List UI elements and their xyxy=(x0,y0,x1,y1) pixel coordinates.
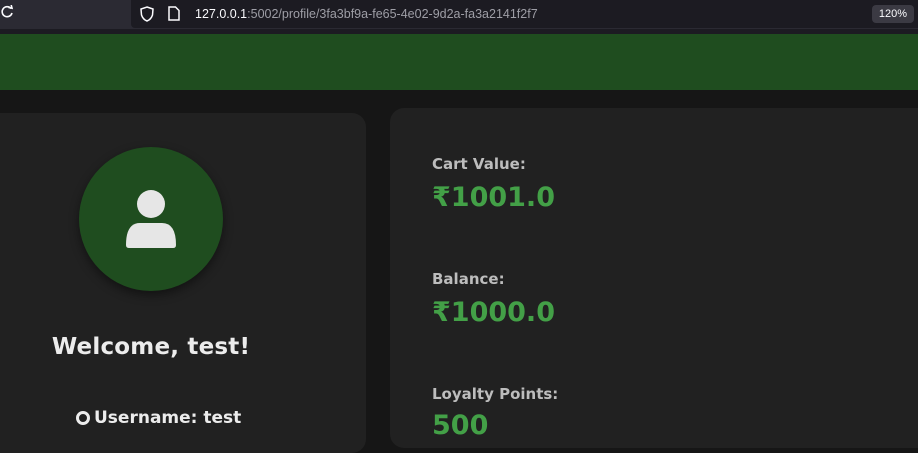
avatar xyxy=(79,147,223,291)
loyalty-points-label: Loyalty Points: xyxy=(432,385,559,403)
url-text[interactable]: 127.0.0.1:5002/profile/3fa3bf9a-fe65-4e0… xyxy=(195,6,538,22)
url-host: 127.0.0.1 xyxy=(195,7,248,21)
cart-value: ₹1001.0 xyxy=(432,182,555,213)
browser-toolbar: 127.0.0.1:5002/profile/3fa3bf9a-fe65-4e0… xyxy=(0,0,918,29)
location-pin-icon xyxy=(76,411,90,425)
reload-icon[interactable] xyxy=(0,4,18,23)
loyalty-points-value: 500 xyxy=(432,410,489,441)
page-icon[interactable] xyxy=(168,6,180,21)
welcome-heading: Welcome, test! xyxy=(51,334,251,360)
balance-label: Balance: xyxy=(432,270,505,288)
url-path: :5002/profile/3fa3bf9a-fe65-4e02-9d2a-fa… xyxy=(247,7,538,21)
site-header xyxy=(0,34,918,90)
balance-value: ₹1000.0 xyxy=(432,297,555,328)
address-bar[interactable]: 127.0.0.1:5002/profile/3fa3bf9a-fe65-4e0… xyxy=(131,0,918,28)
shield-icon[interactable] xyxy=(140,6,154,22)
username-text: Username: test xyxy=(94,408,242,428)
user-icon xyxy=(126,190,176,248)
zoom-level-badge[interactable]: 120% xyxy=(872,5,914,23)
username-row: Username: test xyxy=(76,408,241,428)
cart-value-label: Cart Value: xyxy=(432,155,526,173)
